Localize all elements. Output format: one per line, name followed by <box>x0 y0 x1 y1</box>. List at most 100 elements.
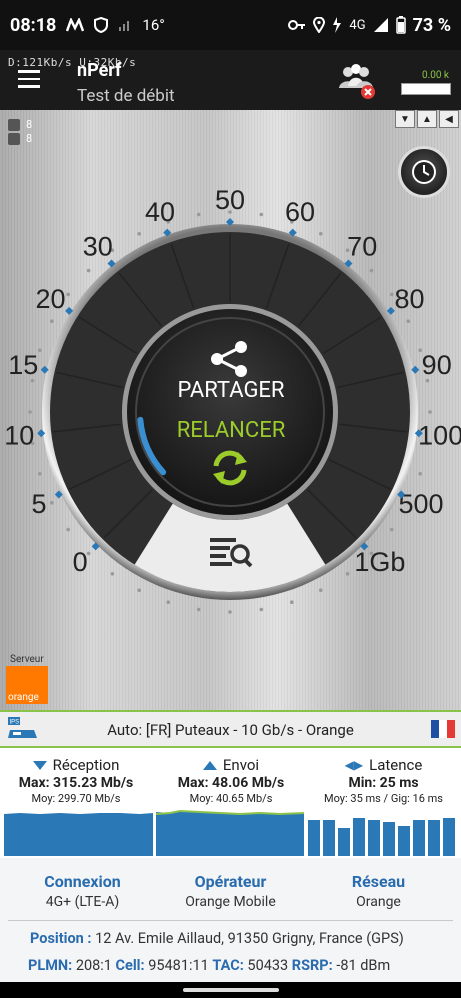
gauge-scale-dot <box>137 232 141 236</box>
menu-icon[interactable] <box>18 70 40 88</box>
gauge-scale-dot <box>38 472 42 476</box>
latency-bar <box>323 820 335 856</box>
download-arrow-icon <box>32 760 47 770</box>
shield-icon <box>94 17 109 33</box>
results-panel: Réception Max: 315.23 Mb/s Moy: 299.70 M… <box>0 748 461 858</box>
server-bar[interactable]: IPS Auto: [FR] Puteaux - 10 Gb/s - Orang… <box>0 710 461 748</box>
gauge-tick-label: 80 <box>394 284 424 314</box>
gauge-scale-dot <box>228 610 232 614</box>
download-stats: Réception Max: 315.23 Mb/s Moy: 299.70 M… <box>0 756 152 805</box>
latency-min: Min: 25 ms <box>348 775 419 791</box>
latency-graph <box>308 818 455 856</box>
gauge-scale-dot <box>86 268 91 273</box>
upload-stats: Envoi Max: 48.06 Mb/s Moy: 40.65 Mb/s <box>155 756 307 805</box>
gauge-tick-label: 10 <box>4 421 34 451</box>
latency-bar <box>428 820 440 856</box>
m-icon <box>66 18 85 32</box>
signal-full-icon <box>373 18 388 32</box>
gauge-scale-dot <box>196 212 201 217</box>
upload-max: Max: 48.06 Mb/s <box>177 775 285 791</box>
gauge-scale-dot <box>196 607 201 612</box>
gauge-scale-dot <box>319 588 323 592</box>
temperature: 16° <box>142 16 165 34</box>
upload-arrow-icon <box>202 760 217 770</box>
download-graph <box>4 813 153 856</box>
location-icon <box>313 17 326 33</box>
download-average: Moy: 299.70 Mb/s <box>31 792 121 805</box>
gauge-tick-label: 50 <box>215 185 245 215</box>
operator-label: Opérateur <box>194 872 267 891</box>
gauge-tick-label: 5 <box>31 489 46 519</box>
restart-button[interactable]: RELANCER <box>131 418 331 443</box>
france-flag-icon <box>431 720 455 738</box>
server-name: Auto: [FR] Puteaux - 10 Gb/s - Orange <box>107 721 354 739</box>
cell-info-row: PLMN: 208:1 Cell: 95481:11 TAC: 50433 RS… <box>28 957 391 974</box>
gauge-tick-label: 60 <box>285 197 315 227</box>
latency-bar <box>398 826 410 856</box>
gauge-tick-label: 1Gb <box>354 547 405 577</box>
operator-logo: orange <box>6 666 48 704</box>
gauge-tick-label: 0 <box>73 547 88 577</box>
users-disconnected-icon[interactable] <box>336 62 376 100</box>
gauge-scale-dot <box>137 588 141 592</box>
gauge-tick-label: 15 <box>8 350 38 380</box>
operator-value: Orange Mobile <box>185 894 276 910</box>
gauge-scale-dot <box>110 572 115 576</box>
gauge-scale-dot <box>50 501 54 505</box>
data-volume-bar <box>401 83 451 95</box>
home-indicator[interactable] <box>183 988 279 992</box>
gauge-scale-dot <box>259 607 264 612</box>
download-max: Max: 315.23 Mb/s <box>18 775 134 791</box>
result-graphs <box>4 809 455 856</box>
gauge-scale-dot <box>369 268 374 273</box>
gauge-scale-dot <box>28 410 32 414</box>
upload-graph <box>156 811 304 856</box>
gauge-scale-dot <box>345 572 350 576</box>
gauge-scale-dot <box>290 600 294 604</box>
server-label: Serveur <box>10 654 44 665</box>
gauge-scale-dot <box>319 232 323 236</box>
latency-bar <box>383 822 395 856</box>
gauge-tick-label: 70 <box>347 231 377 261</box>
latency-bar <box>338 828 350 856</box>
signal-icon <box>119 21 130 31</box>
position-row: Position : 12 Av. Emile Aillaud, 91350 G… <box>30 930 404 947</box>
gauge-scale-dot <box>66 292 70 297</box>
gauge-tick-label: 90 <box>422 350 452 380</box>
latency-icon: ◀▶ <box>344 758 364 772</box>
speed-gauge-panel: 8 8 ▼ ▲ ◀ 0 5 10 15 20 30 40 50 60 70 80… <box>0 110 461 710</box>
divider <box>8 920 453 921</box>
gauge-scale-dot <box>66 527 70 532</box>
connection-info: Connexion 4G+ (LTE-A) Opérateur Orange M… <box>0 858 461 982</box>
data-volume: 0.00 k <box>421 70 449 81</box>
vibrate-icon <box>333 17 342 33</box>
gauge-scale-dot <box>166 600 170 604</box>
gauge-tick-label: 500 <box>398 489 443 519</box>
gauge-tick-label: 40 <box>145 197 175 227</box>
gauge-scale-dot <box>428 410 432 414</box>
gauge-scale-dot <box>406 319 411 323</box>
latency-bar <box>308 820 320 856</box>
latency-bar <box>368 820 380 856</box>
page-subtitle: Test de débit <box>77 86 175 106</box>
latency-stats: ◀▶ Latence Min: 25 ms Moy: 35 ms / Gig: 1… <box>306 756 461 805</box>
gauge-tick-label: 30 <box>83 231 113 261</box>
app-title: nPerf <box>77 60 122 81</box>
network-label: Réseau <box>351 872 406 891</box>
upload-average: Moy: 40.65 Mb/s <box>189 792 273 805</box>
status-time: 08:18 <box>10 14 57 36</box>
latency-average: Moy: 35 ms / Gig: 16 ms <box>324 792 443 805</box>
speed-gauge: 05 10 15 20 30 40 50 60 70 80 90 100 500 1Gb <box>4 185 461 614</box>
connexion-value: 4G+ (LTE-A) <box>45 894 120 910</box>
gauge-scale-dot <box>390 527 394 532</box>
gauge-scale-dot <box>259 212 264 217</box>
gauge-scale-dot <box>38 348 42 352</box>
share-button[interactable]: PARTAGER <box>131 378 331 403</box>
key-icon <box>288 20 306 30</box>
battery-icon <box>395 16 406 34</box>
latency-bar <box>413 820 425 856</box>
connexion-label: Connexion <box>44 872 121 891</box>
status-bar: 08:18 16° 4G 73 % <box>0 0 461 50</box>
gauge-scale-dot <box>418 472 423 476</box>
gauge-scale-dot <box>390 292 394 297</box>
